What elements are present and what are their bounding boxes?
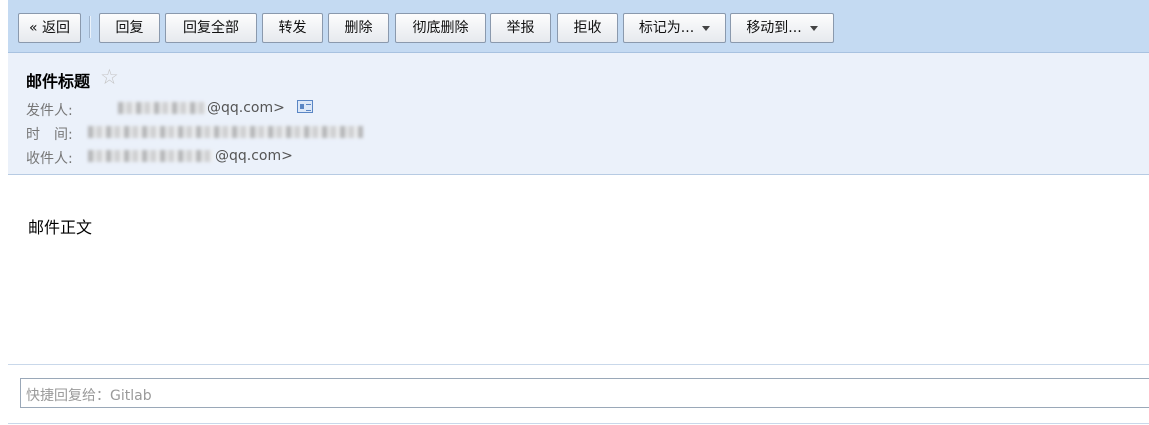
bottom-divider (8, 423, 1149, 424)
sender-label: 发件人: (26, 103, 73, 119)
move-to-dropdown[interactable]: 移动到... (730, 13, 834, 43)
back-button[interactable]: « 返回 (18, 13, 81, 43)
reply-button[interactable]: 回复 (99, 13, 160, 43)
quick-reply-input[interactable]: 快捷回复给：Gitlab (20, 378, 1149, 408)
mail-header: 邮件标题 ☆ 发件人: @qq.com> 时 间: 收件人: @qq.com> (8, 53, 1149, 175)
mark-as-dropdown[interactable]: 标记为... (623, 13, 726, 43)
contact-card-icon[interactable] (297, 100, 313, 113)
time-label: 时 间: (26, 127, 73, 143)
body-divider (8, 364, 1149, 365)
reply-all-button[interactable]: 回复全部 (165, 13, 257, 43)
mail-subject: 邮件标题 (26, 72, 91, 91)
delete-button[interactable]: 删除 (328, 13, 389, 43)
sender-address[interactable]: @qq.com> (207, 100, 285, 116)
caret-down-icon (702, 25, 711, 31)
time-redacted (88, 126, 363, 138)
mail-body: 邮件正文 (28, 218, 93, 237)
sender-redacted (118, 102, 206, 114)
forward-button[interactable]: 转发 (262, 13, 323, 43)
reject-button[interactable]: 拒收 (557, 13, 618, 43)
move-to-label: 移动到... (746, 20, 802, 36)
star-icon[interactable]: ☆ (100, 65, 119, 89)
caret-down-icon (809, 25, 818, 31)
delete-permanently-button[interactable]: 彻底删除 (395, 13, 486, 43)
mail-toolbar: « 返回 回复 回复全部 转发 删除 彻底删除 举报 拒收 标记为... 移动到… (8, 0, 1149, 53)
recipient-label: 收件人: (26, 151, 73, 167)
recipient-redacted (88, 150, 213, 162)
toolbar-separator (89, 16, 91, 38)
mark-as-label: 标记为... (638, 20, 695, 36)
quick-reply-placeholder: 快捷回复给：Gitlab (26, 388, 152, 404)
report-button[interactable]: 举报 (490, 13, 551, 43)
recipient-address: @qq.com> (215, 148, 293, 164)
